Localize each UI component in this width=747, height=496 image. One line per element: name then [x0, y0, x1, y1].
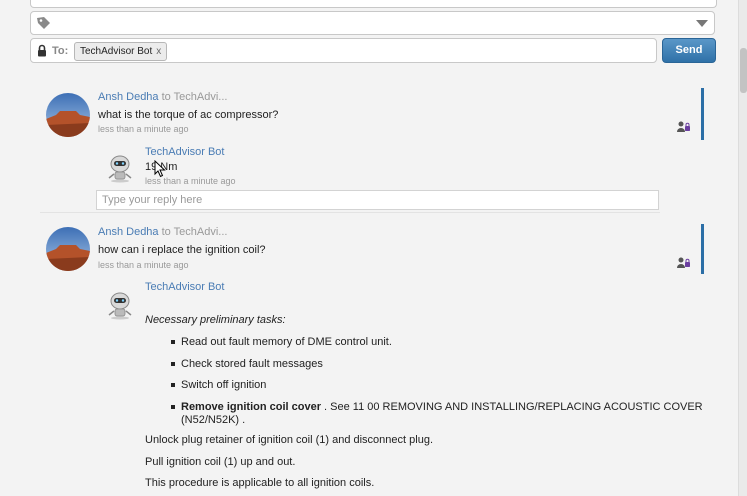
tag-icon [37, 17, 50, 29]
author-link[interactable]: Ansh Dedha [98, 91, 159, 103]
bullet-item: Read out fault memory of DME control uni… [181, 336, 392, 348]
avatar[interactable] [46, 93, 90, 137]
robot-avatar[interactable] [104, 151, 136, 183]
recipient-pill[interactable]: TechAdvisor Bot x [74, 42, 168, 61]
reply-paragraph: Pull ignition coil (1) up and out. [145, 456, 296, 468]
to-label: To: [52, 45, 69, 57]
scrollbar-thumb[interactable] [740, 48, 747, 93]
robot-avatar[interactable] [104, 288, 136, 320]
post-timestamp[interactable]: less than a minute ago [98, 260, 189, 270]
topic-select[interactable] [30, 11, 715, 35]
recipient-name: TechAdvisor Bot [80, 46, 153, 57]
chatter-feed-pane: To: TechAdvisor Bot x Send Ansh Dedha to … [0, 0, 738, 496]
mouse-cursor-icon [154, 160, 166, 178]
bullet-rest-text: . See 11 00 REMOVING AND INSTALLING/REPL… [320, 401, 703, 413]
author-link[interactable]: Ansh Dedha [98, 226, 159, 238]
reply-intro: Necessary preliminary tasks: [145, 314, 286, 326]
bullet-bold-text: Remove ignition coil cover [181, 401, 321, 413]
people-lock-icon[interactable] [677, 121, 691, 133]
people-lock-icon[interactable] [677, 257, 691, 269]
bullet-marker [171, 340, 175, 344]
post-text: what is the torque of ac compressor? [98, 109, 279, 121]
reply-paragraph: This procedure is applicable to all igni… [145, 477, 375, 489]
bullet-marker [171, 362, 175, 366]
chevron-down-icon[interactable] [696, 20, 708, 27]
bot-author-link[interactable]: TechAdvisor Bot [145, 146, 224, 158]
reply-input[interactable]: Type your reply here [96, 190, 659, 210]
send-button[interactable]: Send [662, 38, 716, 63]
avatar[interactable] [46, 227, 90, 271]
unread-indicator [701, 224, 704, 274]
bullet-item: Switch off ignition [181, 379, 267, 391]
bullet-marker [171, 405, 175, 409]
post-timestamp[interactable]: less than a minute ago [98, 124, 189, 134]
remove-recipient-button[interactable]: x [156, 46, 161, 57]
bullet-item: Remove ignition coil cover . See 11 00 R… [181, 401, 703, 413]
unread-indicator [701, 88, 704, 140]
bullet-item: Check stored fault messages [181, 358, 323, 370]
bot-author-link[interactable]: TechAdvisor Bot [145, 281, 224, 293]
divider [40, 212, 660, 213]
bullet-marker [171, 383, 175, 387]
post-text: how can i replace the ignition coil? [98, 244, 266, 256]
recipient-text[interactable]: to TechAdvi... [162, 226, 228, 238]
reply-paragraph: Unlock plug retainer of ignition coil (1… [145, 434, 433, 446]
recipient-text[interactable]: to TechAdvi... [162, 91, 228, 103]
previous-input-edge[interactable] [30, 0, 717, 8]
bullet-continuation: (N52/N52K) . [181, 414, 246, 426]
recipient-field[interactable]: To: TechAdvisor Bot x [30, 38, 657, 63]
vertical-scrollbar[interactable] [738, 0, 747, 496]
lock-icon [38, 44, 46, 57]
